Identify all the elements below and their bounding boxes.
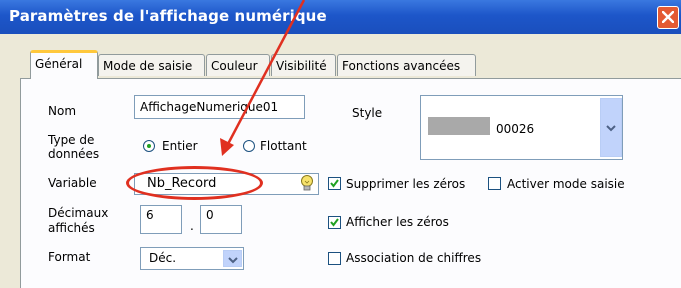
- check-association-chiffres-label: Association de chiffres: [346, 251, 482, 265]
- check-afficher-zeros-label: Afficher les zéros: [346, 215, 449, 229]
- checkmark-icon: [330, 179, 339, 188]
- check-supprimer-zeros[interactable]: [328, 177, 341, 190]
- window-title: Paramètres de l'affichage numérique: [9, 7, 327, 25]
- decimaux-fraction-input[interactable]: 0: [200, 205, 242, 234]
- nom-label: Nom: [48, 104, 77, 118]
- format-value: Déc.: [149, 251, 177, 265]
- check-activer-mode-saisie[interactable]: [488, 177, 501, 190]
- format-label: Format: [48, 250, 91, 264]
- tab-couleur[interactable]: Couleur: [206, 54, 270, 76]
- decimaux-label-line2: affichés: [48, 221, 95, 235]
- radio-flottant[interactable]: [243, 140, 255, 152]
- tab-general-label: Général: [35, 57, 83, 71]
- check-activer-mode-saisie-label: Activer mode saisie: [507, 177, 625, 191]
- nom-input[interactable]: AffichageNumerique01: [134, 95, 305, 119]
- annotation-ellipse: [126, 166, 263, 200]
- tab-visibilite-label: Visibilité: [276, 59, 327, 73]
- title-bar: Paramètres de l'affichage numérique: [0, 0, 681, 34]
- decimaux-separator: .: [190, 219, 194, 233]
- style-dropdown-button[interactable]: [600, 98, 622, 157]
- decimaux-integer-input[interactable]: 6: [140, 205, 182, 234]
- chevron-down-icon: [228, 257, 238, 264]
- tab-visibilite[interactable]: Visibilité: [271, 54, 336, 76]
- tab-fonctions-avancees-label: Fonctions avancées: [342, 59, 461, 73]
- radio-entier-dot: [147, 144, 151, 148]
- check-afficher-zeros[interactable]: [328, 216, 341, 229]
- chevron-down-icon: [606, 125, 616, 132]
- format-dropdown-button[interactable]: [223, 250, 242, 267]
- type-label-line1: Type de: [48, 133, 95, 147]
- radio-entier-label: Entier: [162, 139, 198, 153]
- decimaux-label-line1: Décimaux: [48, 206, 109, 220]
- style-select[interactable]: 00026: [420, 95, 623, 160]
- check-supprimer-zeros-label: Supprimer les zéros: [346, 177, 466, 191]
- tab-general[interactable]: Général: [30, 50, 98, 79]
- checkmark-icon: [330, 218, 339, 227]
- check-association-chiffres[interactable]: [328, 252, 341, 265]
- style-preview-swatch: [428, 117, 490, 135]
- style-label: Style: [352, 106, 383, 120]
- radio-entier[interactable]: [143, 140, 155, 152]
- style-value: 00026: [496, 122, 535, 136]
- close-icon: [662, 11, 674, 23]
- variable-label: Variable: [48, 176, 97, 190]
- format-select[interactable]: Déc.: [140, 247, 244, 270]
- type-label-line2: données: [48, 147, 100, 161]
- lightbulb-icon[interactable]: [299, 174, 315, 192]
- radio-flottant-label: Flottant: [260, 139, 307, 153]
- tab-mode-de-saisie[interactable]: Mode de saisie: [98, 54, 205, 76]
- tab-couleur-label: Couleur: [211, 59, 258, 73]
- close-button[interactable]: [657, 6, 679, 29]
- tab-fonctions-avancees[interactable]: Fonctions avancées: [337, 54, 476, 76]
- tab-mode-de-saisie-label: Mode de saisie: [103, 59, 193, 73]
